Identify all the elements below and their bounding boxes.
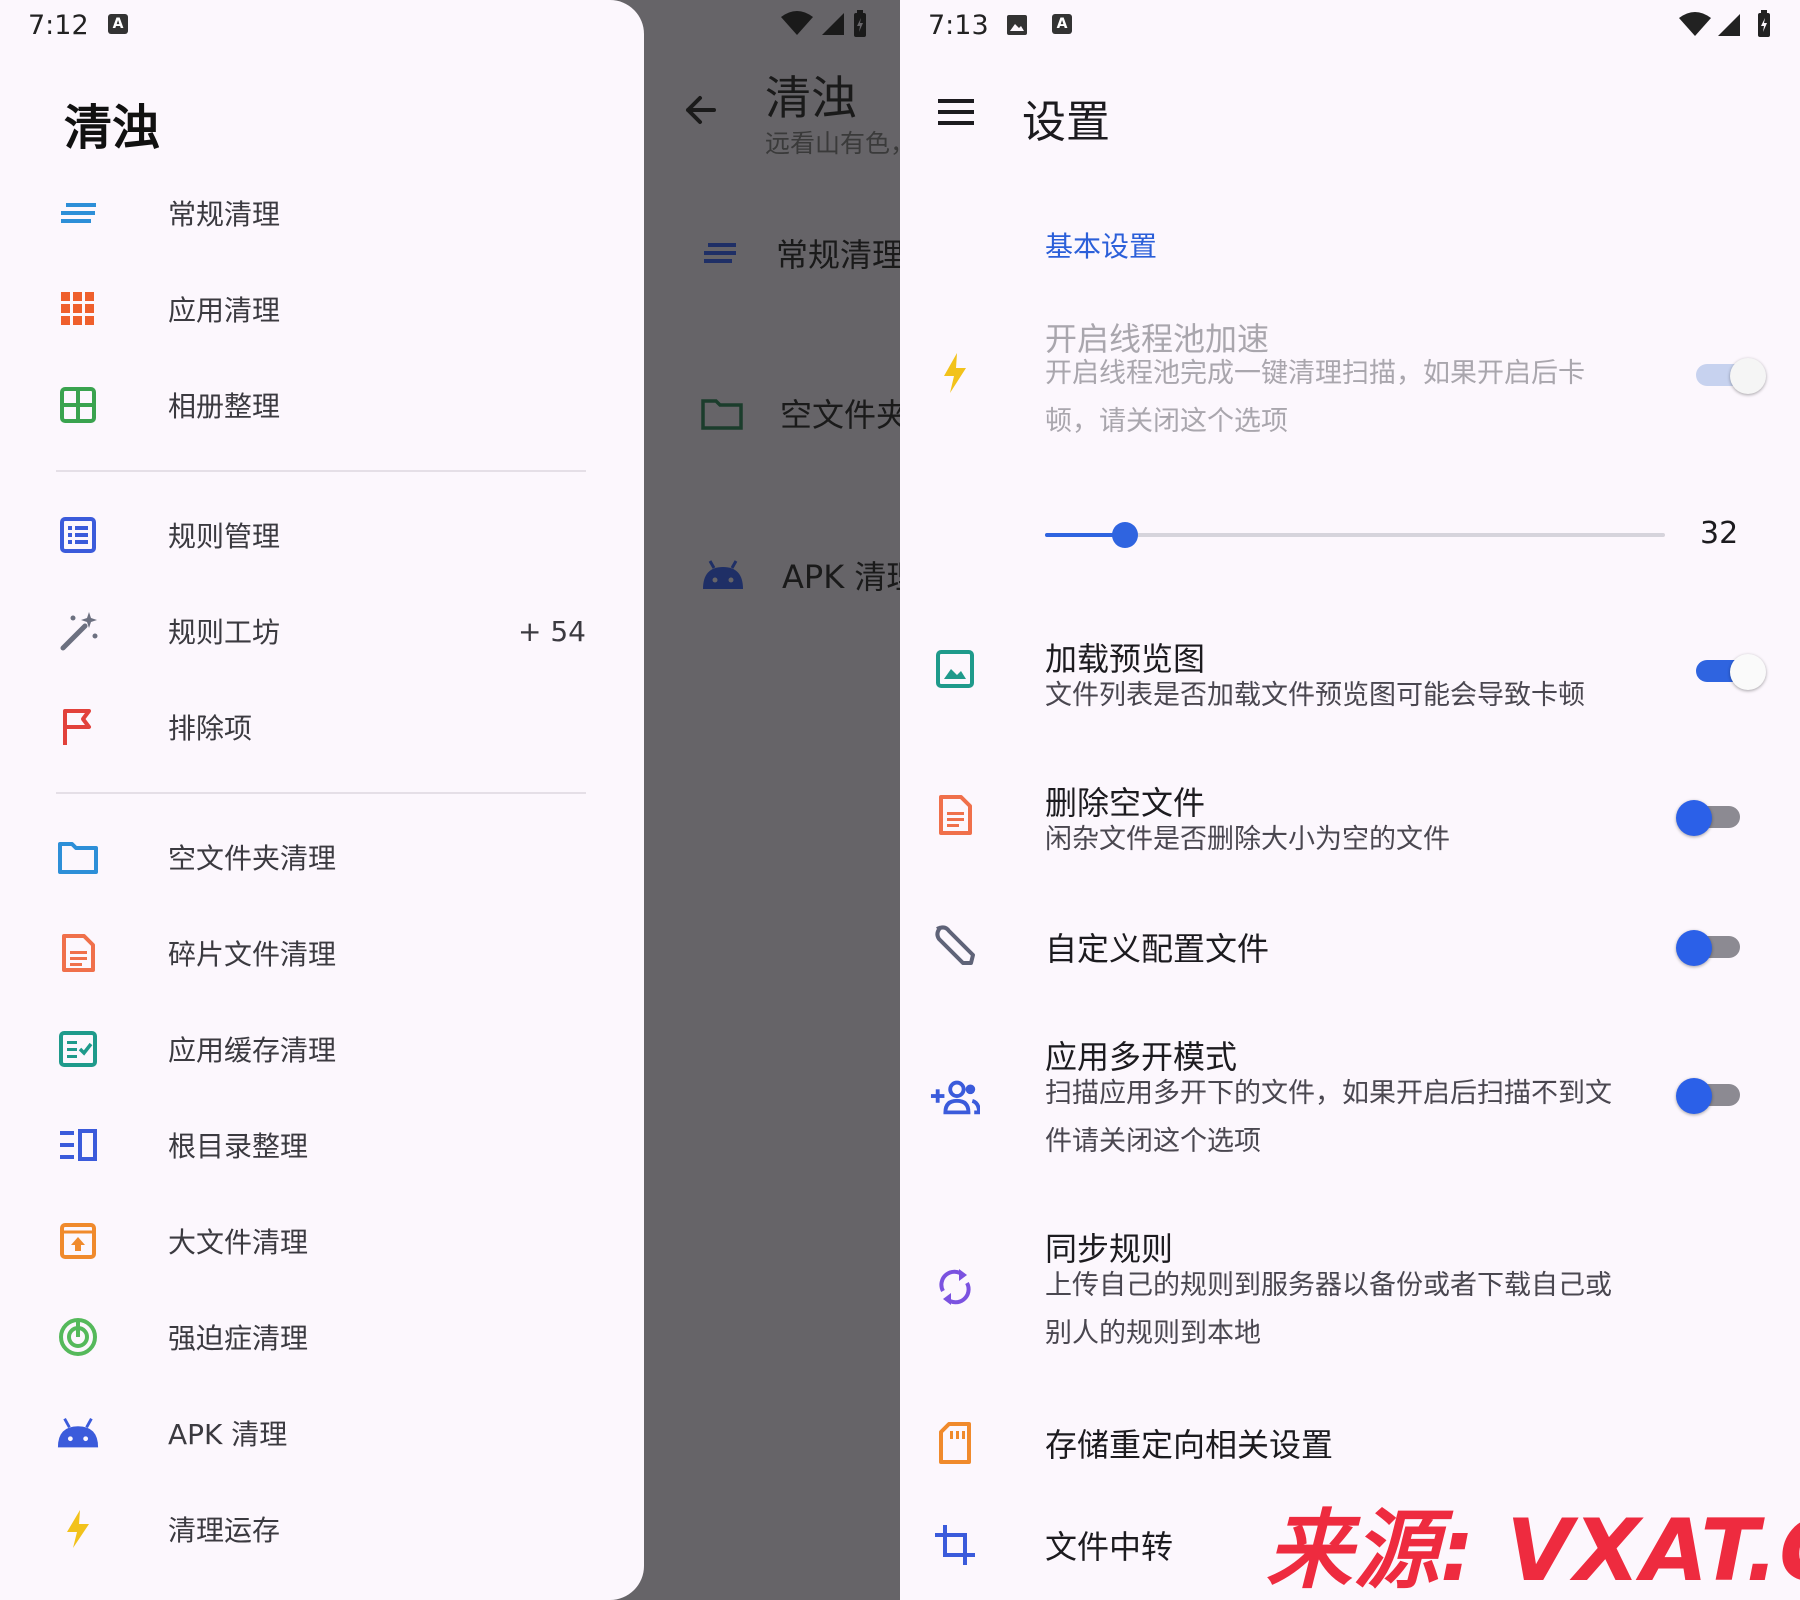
slider-value: 32 bbox=[1700, 516, 1739, 551]
rule-workshop-badge: + 54 bbox=[518, 614, 586, 648]
folder-icon bbox=[701, 399, 743, 430]
folder-icon bbox=[58, 842, 98, 874]
drawer-item-regular-clean[interactable]: 常规清理 bbox=[56, 178, 586, 248]
drawer-item-album[interactable]: 相册整理 bbox=[56, 370, 586, 440]
image-notification-icon bbox=[1007, 15, 1027, 35]
drawer-title: 清浊 bbox=[64, 100, 161, 156]
drawer-item-ocd-clean[interactable]: 强迫症清理 bbox=[56, 1302, 586, 1372]
background-subtitle: 远看山有色， bbox=[765, 129, 900, 158]
background-title: 清浊 bbox=[765, 71, 857, 125]
drawer-item-app-cache[interactable]: 应用缓存清理 bbox=[56, 1014, 586, 1084]
wifi-icon bbox=[1679, 12, 1711, 36]
pref-load-preview[interactable]: 加载预览图 文件列表是否加载文件预览图可能会导致卡顿 bbox=[900, 628, 1800, 728]
menu-icon[interactable] bbox=[936, 92, 976, 132]
navigation-drawer: 7:12 A 清浊 常规清理 应用清理 相册整理 规则管理 规则工坊 + 54 bbox=[0, 0, 644, 1600]
radar-icon bbox=[59, 1318, 97, 1356]
background-item: APK 清理 bbox=[700, 552, 900, 598]
drawer-item-rule-workshop[interactable]: 规则工坊 + 54 bbox=[56, 596, 586, 666]
custom-config-switch[interactable] bbox=[1676, 926, 1740, 966]
crop-icon bbox=[935, 1525, 975, 1565]
grid-window-icon bbox=[60, 387, 96, 423]
slider-thumb[interactable] bbox=[1112, 522, 1138, 548]
left-screen: 清浊 远看山有色， 常规清理 空文件夹 APK 清理 7:12 A 清浊 常规清… bbox=[0, 0, 900, 1600]
multi-app-switch[interactable] bbox=[1676, 1074, 1740, 1114]
android-icon bbox=[57, 1417, 99, 1448]
signal-icon bbox=[822, 13, 844, 35]
list-box-icon bbox=[60, 517, 96, 553]
background-item: 空文件夹 bbox=[700, 390, 900, 436]
battery-icon bbox=[1758, 10, 1770, 37]
pref-storage-redirect[interactable]: 存储重定向相关设置 bbox=[900, 1410, 1800, 1480]
bolt-icon bbox=[67, 1510, 89, 1548]
drawer-item-memory-clean[interactable]: 清理运存 bbox=[56, 1494, 586, 1564]
drawer-item-large-files[interactable]: 大文件清理 bbox=[56, 1206, 586, 1276]
load-preview-switch[interactable] bbox=[1690, 650, 1766, 690]
image-icon bbox=[936, 650, 974, 688]
drawer-item-apk-clean[interactable]: APK 清理 bbox=[56, 1398, 586, 1468]
archive-icon bbox=[60, 1223, 96, 1259]
drawer-item-fragment-files[interactable]: 碎片文件清理 bbox=[56, 918, 586, 988]
document-icon bbox=[939, 795, 972, 835]
sd-card-icon bbox=[939, 1422, 971, 1464]
pref-multi-app-mode[interactable]: 应用多开模式 扫描应用多开下的文件，如果开启后扫描不到文件请关闭这个选项 bbox=[900, 1030, 1800, 1180]
thread-pool-switch[interactable] bbox=[1690, 354, 1766, 394]
drawer-divider bbox=[56, 792, 586, 794]
pref-thread-pool[interactable]: 开启线程池加速 开启线程池完成一键清理扫描，如果开启后卡顿，请关闭这个选项 bbox=[900, 300, 1800, 470]
bolt-icon bbox=[944, 353, 966, 393]
pref-sync-rules[interactable]: 同步规则 上传自己的规则到服务器以备份或者下载自己或别人的规则到本地 bbox=[900, 1222, 1800, 1372]
page-title: 设置 bbox=[1022, 97, 1110, 148]
status-icons-left bbox=[780, 10, 868, 38]
drawer-divider bbox=[56, 470, 586, 472]
lines-icon bbox=[61, 203, 96, 223]
document-icon bbox=[62, 934, 95, 972]
magic-wand-icon bbox=[60, 612, 98, 651]
accessibility-badge-icon: A bbox=[1052, 14, 1072, 34]
status-time: 7:12 bbox=[28, 10, 89, 41]
accessibility-badge-icon: A bbox=[108, 14, 128, 34]
back-arrow-icon bbox=[686, 96, 716, 124]
flag-icon bbox=[63, 709, 91, 745]
root-list-icon bbox=[60, 1129, 97, 1161]
background-item: 常规清理 bbox=[700, 230, 900, 276]
drawer-item-root-dir[interactable]: 根目录整理 bbox=[56, 1110, 586, 1180]
sync-icon bbox=[939, 1269, 971, 1305]
status-time: 7:13 bbox=[928, 10, 989, 41]
pref-custom-config[interactable]: 自定义配置文件 bbox=[900, 910, 1800, 980]
delete-empty-switch[interactable] bbox=[1676, 796, 1740, 836]
wrench-icon bbox=[935, 925, 975, 965]
pref-delete-empty-files[interactable]: 删除空文件 闲杂文件是否删除大小为空的文件 bbox=[900, 772, 1800, 872]
watermark: 来源: VXAT.COM bbox=[1266, 1501, 1800, 1600]
android-icon bbox=[703, 560, 743, 589]
add-group-icon bbox=[930, 1080, 980, 1115]
drawer-item-rule-manage[interactable]: 规则管理 bbox=[56, 500, 586, 570]
lines-icon bbox=[704, 243, 736, 263]
wifi-icon bbox=[781, 11, 813, 35]
drawer-item-app-clean[interactable]: 应用清理 bbox=[56, 274, 586, 344]
battery-icon bbox=[854, 10, 866, 37]
section-header: 基本设置 bbox=[1045, 230, 1158, 263]
settings-screen: 7:13 A 设置 基本设置 开启线程池加速 开启线程池完成一键清理扫描，如果开… bbox=[900, 0, 1800, 1600]
checklist-icon bbox=[59, 1031, 97, 1067]
signal-icon bbox=[1718, 14, 1740, 36]
drawer-item-exclusions[interactable]: 排除项 bbox=[56, 692, 586, 762]
drawer-item-empty-folder[interactable]: 空文件夹清理 bbox=[56, 822, 586, 892]
thread-count-slider[interactable] bbox=[1045, 522, 1665, 548]
apps-grid-icon bbox=[61, 292, 94, 325]
